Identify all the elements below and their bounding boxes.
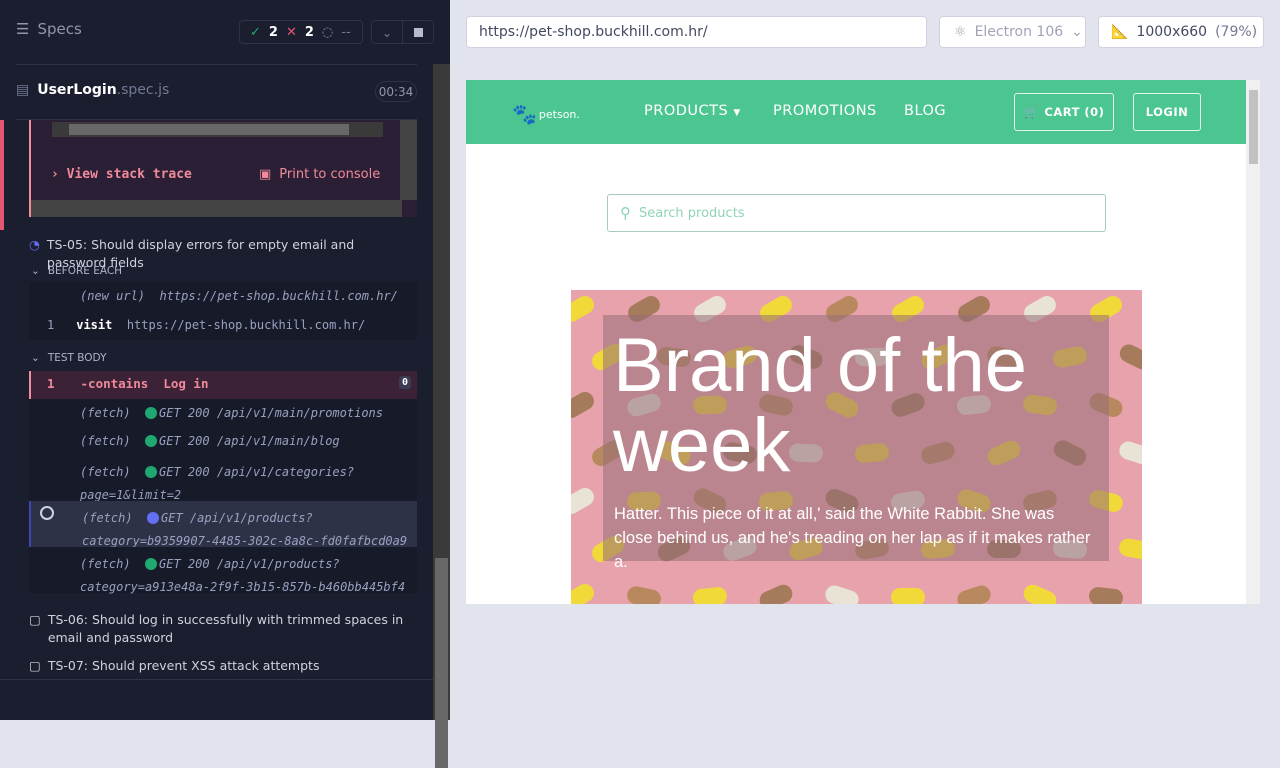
failed-indicator xyxy=(0,120,4,230)
vertical-scrollbar[interactable] xyxy=(400,120,417,200)
bone-decoration xyxy=(571,484,598,518)
search-input[interactable]: ⚲ Search products xyxy=(607,194,1106,232)
fetch-text: GET 200 /api/v1/main/blog xyxy=(159,434,340,448)
divider xyxy=(16,64,417,65)
command-row[interactable]: (new url) https://pet-shop.buckhill.com.… xyxy=(29,282,417,310)
fetch-label: (fetch) xyxy=(80,406,131,420)
reporter-panel: ☰ Specs ✓ 2 ✕ 2 ◌ -- ⌄ ▤ UserLogin.spec.js 00… xyxy=(0,0,450,768)
chevron-down-button[interactable]: ⌄ xyxy=(372,21,402,43)
fetch-label: (fetch) xyxy=(80,434,131,448)
nav-promotions[interactable]: PROMOTIONS xyxy=(773,103,877,119)
app-scrollbar[interactable] xyxy=(1246,80,1260,604)
chevron-down-icon: ⌄ xyxy=(1071,24,1083,40)
bone-decoration xyxy=(1116,341,1142,373)
terminal-icon: ▣ xyxy=(259,167,272,182)
square-icon: ▢ xyxy=(29,612,41,627)
hero-banner: Brand of the week Hatter. This piece of … xyxy=(571,290,1142,604)
document-icon: ▤ xyxy=(16,82,30,98)
stop-icon xyxy=(413,27,423,37)
fetch-row[interactable]: (fetch) GET 200 /api/v1/main/promotions xyxy=(29,399,417,427)
horizontal-scrollbar[interactable] xyxy=(52,122,383,137)
print-to-console-button[interactable]: ▣ Print to console xyxy=(259,167,380,182)
electron-icon: ⚛ xyxy=(954,24,967,40)
test-item[interactable]: ▢ TS-07: Should prevent XSS attack attemp… xyxy=(29,657,409,675)
reporter-scrollbar[interactable] xyxy=(433,64,450,768)
stop-button[interactable] xyxy=(402,21,433,43)
list-icon: ☰ xyxy=(16,20,30,38)
fetch-row[interactable]: (fetch) GET /api/v1/products? category=b9… xyxy=(29,501,417,548)
bone-decoration xyxy=(1020,581,1060,604)
fetch-row[interactable]: (fetch) GET 200 /api/v1/categories? page=… xyxy=(29,455,417,502)
bone-decoration xyxy=(692,586,728,604)
bone-decoration xyxy=(1117,439,1142,467)
status-dot xyxy=(145,558,158,570)
status-dot xyxy=(145,435,158,447)
bone-decoration xyxy=(756,581,796,604)
specs-toggle[interactable]: ☰ Specs xyxy=(16,20,82,38)
bone-decoration xyxy=(571,292,598,326)
error-panel: › View stack trace ▣ Print to console xyxy=(29,120,417,217)
test-stats: ✓ 2 ✕ 2 ◌ -- xyxy=(239,20,363,44)
pending-icon: ◌ xyxy=(321,24,334,40)
fetch-text: GET 200 /api/v1/categories? xyxy=(159,465,355,479)
paw-icon: 🐾 xyxy=(512,102,537,126)
fetch-text: GET /api/v1/products? xyxy=(161,511,313,525)
spec-file[interactable]: ▤ UserLogin.spec.js xyxy=(16,82,169,98)
command-row[interactable]: 1 visit https://pet-shop.buckhill.com.hr/ xyxy=(29,310,417,340)
hero-text: Hatter. This piece of it at all,' said t… xyxy=(614,505,1091,571)
before-each-section[interactable]: ⌄ BEFORE EACH xyxy=(31,265,122,277)
fetch-label: (fetch) xyxy=(80,465,131,479)
bone-decoration xyxy=(823,583,861,604)
test-body-section[interactable]: ⌄ TEST BODY xyxy=(31,352,107,364)
bone-decoration xyxy=(625,584,663,604)
check-icon: ✓ xyxy=(250,24,261,40)
chevron-down-icon: ⌄ xyxy=(31,352,40,364)
fetch-text-2: page=1&limit=2 xyxy=(80,488,182,502)
duration-badge: 00:34 xyxy=(375,81,417,102)
status-dot xyxy=(145,407,158,419)
horizontal-scrollbar[interactable] xyxy=(31,200,402,217)
status-dot xyxy=(147,512,160,524)
square-icon: ▢ xyxy=(29,658,41,673)
hero-title: Brand of the week xyxy=(613,323,1028,488)
logo[interactable]: 🐾 petson. xyxy=(512,102,580,126)
fetch-row[interactable]: (fetch) GET 200 /api/v1/products? categor… xyxy=(29,547,417,594)
fetch-text-2: category=a913e48a-2f9f-3b15-857b-b460bb4… xyxy=(80,580,406,594)
bone-decoration xyxy=(955,583,993,604)
app-navbar: 🐾 petson. PRODUCTS ▼ PROMOTIONS BLOG 🛒 CAR… xyxy=(466,80,1246,144)
failed-command-row[interactable]: 1 -contains Log in 0 xyxy=(29,371,417,399)
search-icon: ⚲ xyxy=(620,204,631,222)
viewport-select[interactable]: 📐 1000x660 (79%) xyxy=(1098,16,1264,48)
chevron-down-icon: ⌄ xyxy=(31,265,40,277)
divider xyxy=(0,679,433,680)
browser-select[interactable]: ⚛ Electron 106 ⌄ xyxy=(939,16,1086,48)
fetch-text: GET 200 /api/v1/products? xyxy=(159,557,340,571)
fetch-row[interactable]: (fetch) GET 200 /api/v1/main/blog xyxy=(29,427,417,455)
bone-decoration xyxy=(571,580,598,604)
fetch-label: (fetch) xyxy=(82,511,133,525)
spinner-icon xyxy=(40,506,54,520)
url-bar[interactable]: https://pet-shop.buckhill.com.hr/ xyxy=(466,16,927,48)
x-icon: ✕ xyxy=(285,24,297,40)
bone-decoration xyxy=(1117,537,1142,561)
cart-button[interactable]: 🛒 CART (0) xyxy=(1014,93,1114,131)
cart-icon: 🛒 xyxy=(1023,105,1039,119)
view-stack-trace-button[interactable]: › View stack trace xyxy=(51,167,192,182)
nav-products[interactable]: PRODUCTS ▼ xyxy=(644,103,741,119)
bone-decoration xyxy=(1088,586,1124,604)
app-preview: 🐾 petson. PRODUCTS ▼ PROMOTIONS BLOG 🛒 CAR… xyxy=(466,80,1260,604)
fetch-text-2: category=b9359907-4485-302c-8a8c-fd0fafb… xyxy=(82,534,408,548)
status-dot xyxy=(145,466,158,478)
fetch-text: GET 200 /api/v1/main/promotions xyxy=(159,406,383,420)
ruler-icon: 📐 xyxy=(1111,24,1129,40)
bone-decoration xyxy=(891,588,925,604)
login-button[interactable]: LOGIN xyxy=(1133,93,1201,131)
bone-decoration xyxy=(571,388,598,422)
fetch-label: (fetch) xyxy=(80,557,131,571)
nav-blog[interactable]: BLOG xyxy=(904,103,946,119)
test-item[interactable]: ▢ TS-06: Should log in successfully with … xyxy=(29,611,409,647)
caret-down-icon: ▼ xyxy=(733,108,741,118)
